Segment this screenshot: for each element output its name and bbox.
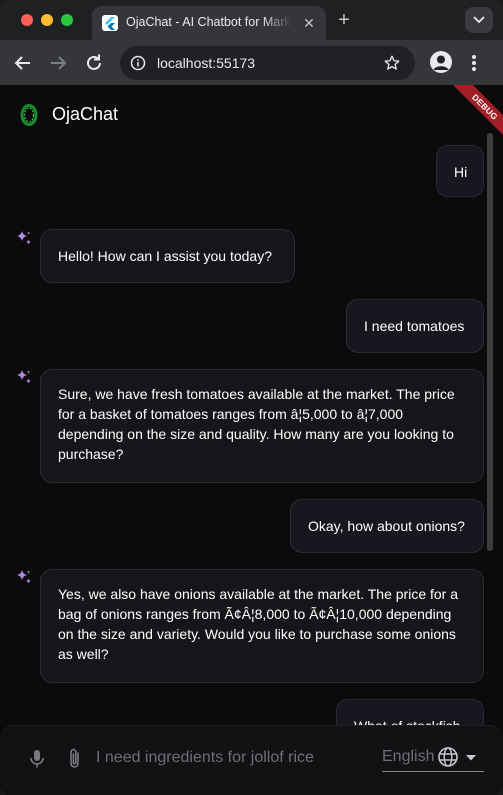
tab-strip: OjaChat - AI Chatbot for Mark ✕ +: [0, 0, 503, 40]
arrow-left-icon: [14, 56, 30, 70]
debug-banner: DEBUG: [441, 85, 503, 151]
maximize-window-button[interactable]: [61, 14, 73, 26]
flutter-favicon-icon: [102, 15, 118, 31]
ai-sparkle-icon: [17, 231, 31, 245]
bot-message: Sure, we have fresh tomatoes available a…: [40, 369, 484, 483]
back-button[interactable]: [11, 51, 35, 75]
language-selector[interactable]: English: [382, 744, 484, 772]
microphone-icon[interactable]: [29, 748, 45, 770]
bot-message: Yes, we also have onions available at th…: [40, 569, 484, 683]
message-input[interactable]: [96, 746, 376, 770]
ai-sparkle-icon: [17, 570, 31, 584]
message-text: I need tomatoes: [364, 318, 465, 334]
bookmark-star-icon[interactable]: [383, 54, 401, 72]
url-text: localhost:55173: [157, 55, 256, 71]
message-text: Hi: [454, 164, 468, 180]
message-text: Sure, we have fresh tomatoes available a…: [58, 386, 455, 462]
chat-scrollbar[interactable]: [487, 133, 493, 551]
address-bar[interactable]: localhost:55173: [120, 46, 415, 80]
arrow-right-icon: [51, 56, 67, 70]
reload-icon: [87, 54, 101, 70]
chevron-down-icon: [473, 16, 485, 24]
message-composer: English: [0, 725, 503, 795]
message-text: Hello! How can I assist you today?: [58, 248, 272, 264]
minimize-window-button[interactable]: [41, 14, 53, 26]
browser-window: OjaChat - AI Chatbot for Mark ✕ + localh…: [0, 0, 503, 795]
close-window-button[interactable]: [21, 14, 33, 26]
user-message: I need tomatoes: [346, 299, 484, 353]
app-header: OjaChat DEBUG: [0, 85, 503, 151]
dropdown-arrow-icon: [466, 755, 476, 761]
attachment-icon[interactable]: [66, 747, 84, 771]
tab-close-icon[interactable]: ✕: [300, 14, 318, 32]
info-icon[interactable]: [130, 55, 146, 71]
tab-search-button[interactable]: [465, 7, 493, 33]
user-message: Okay, how about onions?: [290, 499, 484, 553]
globe-icon: [438, 747, 458, 767]
ai-sparkle-icon: [17, 370, 31, 384]
new-tab-button[interactable]: +: [334, 10, 354, 30]
reload-button[interactable]: [82, 51, 106, 75]
user-message: Hi: [436, 145, 484, 197]
tab-ojachat[interactable]: OjaChat - AI Chatbot for Mark ✕: [92, 6, 326, 40]
message-text: Okay, how about onions?: [308, 518, 465, 534]
bot-message: Hello! How can I assist you today?: [40, 229, 295, 283]
forward-button[interactable]: [46, 51, 70, 75]
message-text: Yes, we also have onions available at th…: [58, 586, 459, 662]
profile-avatar-icon[interactable]: [430, 51, 452, 73]
language-label: English: [382, 748, 435, 765]
more-menu-icon[interactable]: [466, 51, 482, 75]
chat-app: OjaChat DEBUG Hi Hello! How can I assist…: [0, 85, 503, 795]
ojachat-logo-icon: [20, 104, 38, 126]
browser-toolbar: localhost:55173: [0, 40, 503, 85]
app-title: OjaChat: [52, 104, 119, 124]
